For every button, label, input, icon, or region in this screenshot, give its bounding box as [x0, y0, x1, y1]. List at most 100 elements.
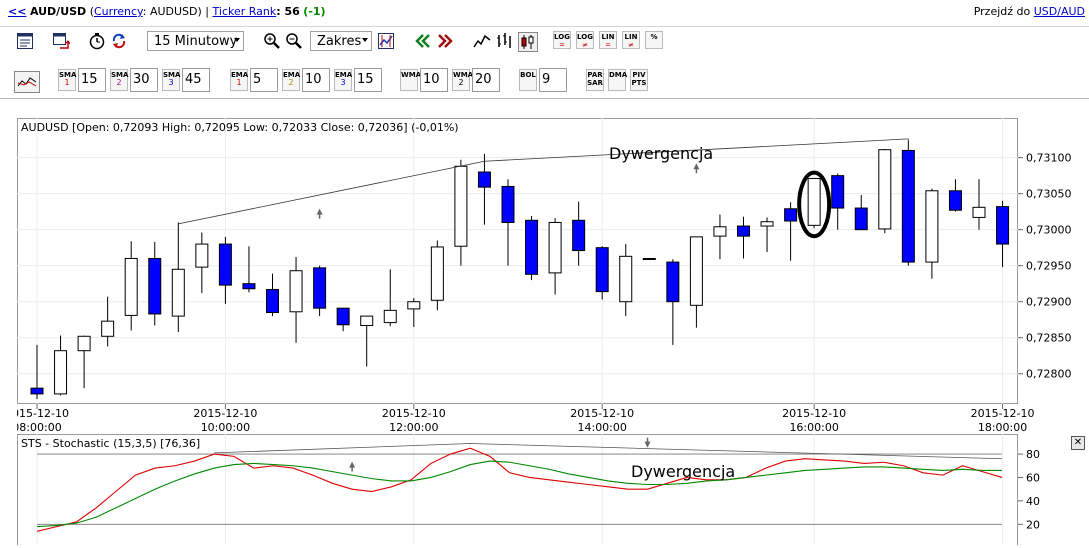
- indicator-period-input[interactable]: 45: [182, 68, 210, 92]
- indicator-button-sma[interactable]: SMA 1: [58, 69, 76, 91]
- currency-link[interactable]: Currency: [94, 5, 143, 18]
- y-tick-label: 0,72950: [1026, 260, 1072, 273]
- indicator-button-sma[interactable]: SMA 2: [110, 69, 128, 91]
- candle-chart-icon[interactable]: [518, 32, 538, 52]
- ticker-rank-link[interactable]: Ticker Rank: [213, 5, 277, 18]
- overlay-button[interactable]: DMA: [608, 69, 627, 91]
- back-link[interactable]: <<: [8, 5, 26, 18]
- refresh-icon[interactable]: [110, 32, 128, 50]
- indicator-period-input[interactable]: 9: [539, 68, 567, 92]
- x-tick-time: 14:00:00: [577, 421, 626, 432]
- candle-bullish: [289, 270, 303, 313]
- candle-bearish: [30, 387, 44, 395]
- chevron-down-icon: [362, 38, 368, 42]
- price-chart[interactable]: 0,73100 0,73050 0,73000 0,72950 0,72900 0,728…: [5, 118, 1089, 434]
- timer-icon[interactable]: [88, 32, 106, 50]
- candle-bullish: [807, 178, 821, 226]
- candle-bullish: [760, 221, 774, 227]
- candle-bullish: [689, 236, 703, 306]
- export-icon[interactable]: [52, 32, 70, 50]
- indicator-period-input[interactable]: 10: [420, 68, 448, 92]
- currency-value: : AUDUSD): [142, 5, 202, 18]
- indicator-button-sma[interactable]: SMA 3: [162, 69, 180, 91]
- scroll-right-icon[interactable]: [436, 32, 454, 50]
- goto-link[interactable]: USD/AUD: [1034, 5, 1085, 18]
- candle-bearish: [242, 283, 256, 290]
- indicator-number: 2: [116, 78, 122, 87]
- sto-frame: [17, 434, 1018, 546]
- candle-bearish: [148, 257, 162, 315]
- indicator-button-wma[interactable]: WMA: [400, 69, 421, 91]
- scale-button-top: %: [650, 33, 658, 41]
- scale-button[interactable]: LOG ≠: [576, 31, 594, 49]
- scale-button[interactable]: %: [645, 31, 663, 49]
- scale-button[interactable]: LIN =: [599, 31, 617, 49]
- overlay-button-bottom: PTS: [631, 79, 647, 87]
- candle-bearish: [737, 225, 750, 237]
- candle-bullish: [548, 221, 562, 274]
- scale-button-top: LOG: [577, 33, 593, 41]
- indicator-button-wma[interactable]: WMA 2: [452, 69, 473, 91]
- separator: |: [205, 5, 210, 18]
- overlay-button[interactable]: PIV PTS: [630, 69, 648, 91]
- chart-window-icon[interactable]: [16, 32, 34, 50]
- line-chart-icon[interactable]: [473, 32, 491, 50]
- divergence-annotation: Dywergencja: [609, 144, 713, 163]
- x-tick-date: 2015-12-10: [17, 407, 69, 420]
- candle-bearish: [572, 219, 586, 252]
- sto-y-label: 40: [1026, 495, 1040, 508]
- candle-bullish: [619, 255, 633, 303]
- indicator-number: 3: [168, 78, 174, 87]
- indicator-button-ema[interactable]: EMA 3: [334, 69, 352, 91]
- range-select[interactable]: Zakres: [310, 31, 372, 51]
- indicator-number: 2: [458, 78, 464, 87]
- y-tick-label: 0,73100: [1026, 152, 1072, 165]
- indicator-period-input[interactable]: 30: [130, 68, 158, 92]
- candle-bullish: [430, 246, 444, 301]
- overlay-button[interactable]: PAR SAR: [586, 69, 604, 91]
- candle-bearish: [477, 171, 491, 188]
- scroll-left-icon[interactable]: [414, 32, 432, 50]
- sto-y-label: 20: [1026, 518, 1040, 531]
- x-tick-date: 2015-12-10: [570, 407, 634, 420]
- candle-bullish: [642, 257, 656, 260]
- overlay-button-top: PIV: [632, 71, 646, 79]
- ohlc-chart-icon[interactable]: [495, 32, 513, 50]
- zoom-out-icon[interactable]: [285, 32, 303, 50]
- indicator-period-input[interactable]: 15: [354, 68, 382, 92]
- indicator-button-ema[interactable]: EMA 2: [282, 69, 300, 91]
- range-chart-icon[interactable]: [377, 32, 395, 50]
- candle-bearish: [784, 208, 798, 222]
- sto-y-label: 60: [1026, 471, 1040, 484]
- indicator-period-input[interactable]: 10: [302, 68, 330, 92]
- header-right: Przejdź do USD/AUD: [974, 5, 1085, 18]
- indicator-period-input[interactable]: 20: [472, 68, 500, 92]
- indicator-period-input[interactable]: 15: [78, 68, 106, 92]
- candle-bullish: [101, 320, 115, 337]
- close-indicator-icon[interactable]: ✕: [1071, 436, 1085, 450]
- zoom-in-icon[interactable]: [263, 32, 281, 50]
- sto-y-label: 80: [1026, 448, 1040, 461]
- candle-bullish: [713, 226, 727, 237]
- chevron-down-icon: [234, 38, 240, 42]
- x-tick-date: 2015-12-10: [382, 407, 446, 420]
- indicator-button-bol[interactable]: BOL: [519, 69, 537, 91]
- candle-bullish: [54, 350, 68, 395]
- scale-button-top: LIN: [601, 33, 615, 41]
- sto-divergence-annotation: Dywergencja: [631, 462, 735, 481]
- scale-button[interactable]: LIN ≠: [622, 31, 640, 49]
- x-tick-time: 12:00:00: [389, 421, 438, 432]
- indicator-number: 1: [236, 78, 242, 87]
- indicator-chart-icon[interactable]: [14, 71, 40, 93]
- candle-bullish: [383, 309, 397, 324]
- stochastic-chart[interactable]: 80 60 40 20 STS - Stochastic (15,3,5) [76,36…: [17, 434, 1089, 546]
- indicator-period-input[interactable]: 5: [250, 68, 278, 92]
- ticker-rank-value: : 56: [276, 5, 300, 18]
- indicator-button-ema[interactable]: EMA 1: [230, 69, 248, 91]
- candle-bearish: [525, 219, 539, 275]
- interval-select[interactable]: 15 Minutowy: [147, 31, 244, 51]
- x-tick-time: 18:00:00: [978, 421, 1027, 432]
- scale-button[interactable]: LOG =: [553, 31, 571, 49]
- header-left: << AUD/USD (Currency: AUDUSD) | Ticker R…: [8, 5, 326, 18]
- interval-value: 15 Minutowy: [154, 33, 238, 49]
